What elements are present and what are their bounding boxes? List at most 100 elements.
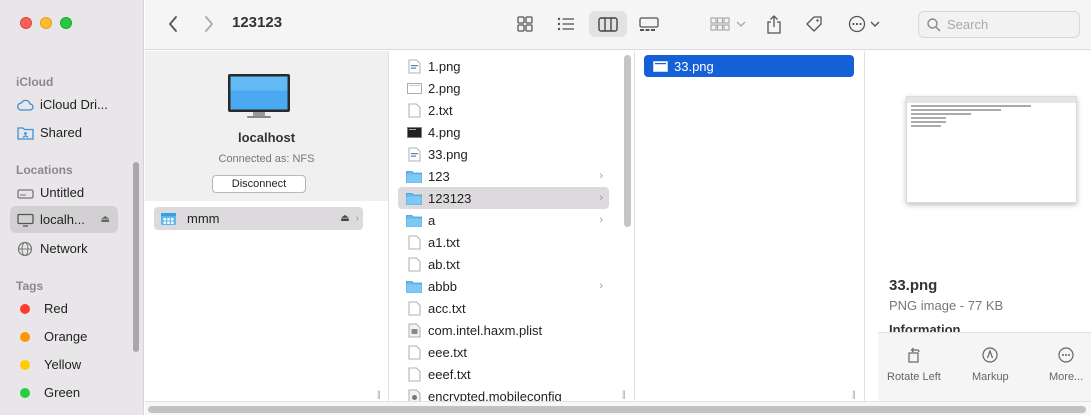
tag-button[interactable]	[803, 11, 825, 37]
list-item-selected[interactable]: 33.png	[644, 55, 854, 77]
sidebar-item-label: Network	[40, 241, 88, 256]
list-item[interactable]: a1.txt	[398, 231, 609, 253]
rotate-left-button[interactable]: Rotate Left	[887, 345, 941, 383]
sidebar-scrollbar[interactable]	[133, 162, 139, 352]
eject-icon[interactable]: ⏏	[340, 213, 349, 224]
close-window-button[interactable]	[20, 17, 32, 29]
list-item[interactable]: com.intel.haxm.plist	[398, 319, 609, 341]
sidebar-item-localhost[interactable]: localh... ⏏	[10, 206, 118, 233]
sidebar-tag-yellow[interactable]: Yellow	[10, 351, 118, 378]
plist-file-icon	[406, 322, 422, 338]
markup-button[interactable]: Markup	[972, 345, 1009, 383]
sidebar-item-icloud-drive[interactable]: iCloud Dri...	[10, 91, 118, 118]
search-field[interactable]	[918, 11, 1080, 38]
text-file-icon	[406, 102, 422, 118]
sidebar-item-shared[interactable]: Shared	[10, 119, 118, 146]
list-item-selected[interactable]: 123123 ›	[398, 187, 609, 209]
list-item[interactable]: eee.txt	[398, 341, 609, 363]
chevron-down-icon	[870, 21, 880, 27]
sidebar-item-untitled[interactable]: Untitled	[10, 179, 118, 206]
action-menu-button[interactable]	[846, 11, 882, 37]
list-item[interactable]: abbb ›	[398, 275, 609, 297]
folder-icon	[406, 278, 422, 294]
list-item[interactable]: eeef.txt	[398, 363, 609, 385]
column-divider[interactable]	[634, 51, 635, 401]
list-item[interactable]: 2.png	[398, 77, 609, 99]
more-button[interactable]: More...	[1049, 345, 1083, 383]
list-item[interactable]: 123 ›	[398, 165, 609, 187]
tag-dot-icon	[20, 387, 30, 398]
sidebar-item-network[interactable]: Network	[10, 235, 118, 262]
group-by-button[interactable]	[708, 11, 748, 37]
connection-status: Connected as: NFS	[218, 153, 315, 165]
preview-file-kind: PNG image - 77 KB	[889, 298, 1004, 313]
sidebar-item-label: Untitled	[40, 185, 85, 200]
list-item[interactable]: acc.txt	[398, 297, 609, 319]
column-divider[interactable]	[864, 51, 865, 401]
shared-folder-icon	[16, 124, 34, 142]
column-resize-handle[interactable]: ||	[622, 389, 626, 399]
folder-icon	[406, 190, 422, 206]
column-resize-handle[interactable]: ||	[852, 389, 856, 399]
minimize-window-button[interactable]	[40, 17, 52, 29]
list-item[interactable]: 4.png	[398, 121, 609, 143]
tag-icon	[806, 16, 822, 32]
image-file-icon	[406, 58, 422, 74]
sidebar-tag-green[interactable]: Green	[10, 379, 118, 406]
image-file-icon	[652, 58, 668, 74]
image-file-icon	[406, 124, 422, 140]
zoom-window-button[interactable]	[60, 17, 72, 29]
column-2-scrollbar[interactable]	[624, 55, 631, 227]
sidebar-item-label: Orange	[44, 329, 88, 344]
image-file-icon	[406, 80, 422, 96]
columns-icon	[598, 16, 618, 32]
column-view-button[interactable]	[589, 11, 627, 37]
chevron-right-icon: ›	[599, 214, 603, 226]
sidebar-item-label: iCloud Dri...	[40, 97, 108, 112]
horizontal-scrollbar[interactable]	[145, 401, 1091, 415]
text-file-icon	[406, 344, 422, 360]
eject-icon[interactable]: ⏏	[101, 214, 110, 225]
more-icon	[1056, 345, 1076, 365]
text-file-icon	[406, 300, 422, 316]
list-item[interactable]: 1.png	[398, 55, 609, 77]
share-icon	[767, 14, 781, 34]
disconnect-button[interactable]: Disconnect	[212, 175, 306, 193]
file-column-2: 1.png 2.png 2.txt 4.png 33.png 123 › 123…	[398, 55, 609, 407]
column-resize-handle[interactable]: ||	[377, 389, 381, 399]
display-icon	[16, 211, 34, 229]
back-button[interactable]	[163, 11, 183, 37]
list-item[interactable]: 33.png	[398, 143, 609, 165]
text-file-icon	[406, 256, 422, 272]
network-icon	[16, 240, 34, 258]
list-item[interactable]: 2.txt	[398, 99, 609, 121]
list-item[interactable]: ab.txt	[398, 253, 609, 275]
group-grid-icon	[710, 17, 730, 31]
horizontal-scrollbar-thumb[interactable]	[148, 406, 1086, 413]
sidebar-item-label: Red	[44, 301, 68, 316]
list-view-button[interactable]	[554, 11, 578, 37]
forward-button[interactable]	[199, 11, 219, 37]
sidebar-section-tags: Tags	[16, 279, 44, 293]
column-divider[interactable]	[388, 51, 389, 401]
preview-thumbnail	[906, 96, 1077, 203]
tag-dot-icon	[20, 359, 30, 370]
preview-pane: 33.png PNG image - 77 KB Information Rot…	[878, 51, 1091, 401]
gallery-view-button[interactable]	[637, 11, 661, 37]
share-name: mmm	[187, 211, 220, 226]
sidebar-section-icloud: iCloud	[16, 75, 54, 89]
sidebar-tag-red[interactable]: Red	[10, 295, 118, 322]
folder-icon	[406, 212, 422, 228]
icon-view-button[interactable]	[513, 11, 537, 37]
rotate-left-icon	[904, 345, 924, 365]
list-icon	[557, 17, 574, 31]
sidebar-item-label: Green	[44, 385, 81, 400]
search-input[interactable]	[947, 17, 1067, 32]
list-item[interactable]: a ›	[398, 209, 609, 231]
share-button[interactable]	[764, 11, 784, 37]
share-item-mmm[interactable]: mmm ⏏ ›	[154, 207, 363, 230]
file-column-3: 33.png	[644, 55, 854, 77]
sidebar-tag-orange[interactable]: Orange	[10, 323, 118, 350]
window-title: 123123	[232, 14, 283, 31]
image-file-icon	[406, 146, 422, 162]
